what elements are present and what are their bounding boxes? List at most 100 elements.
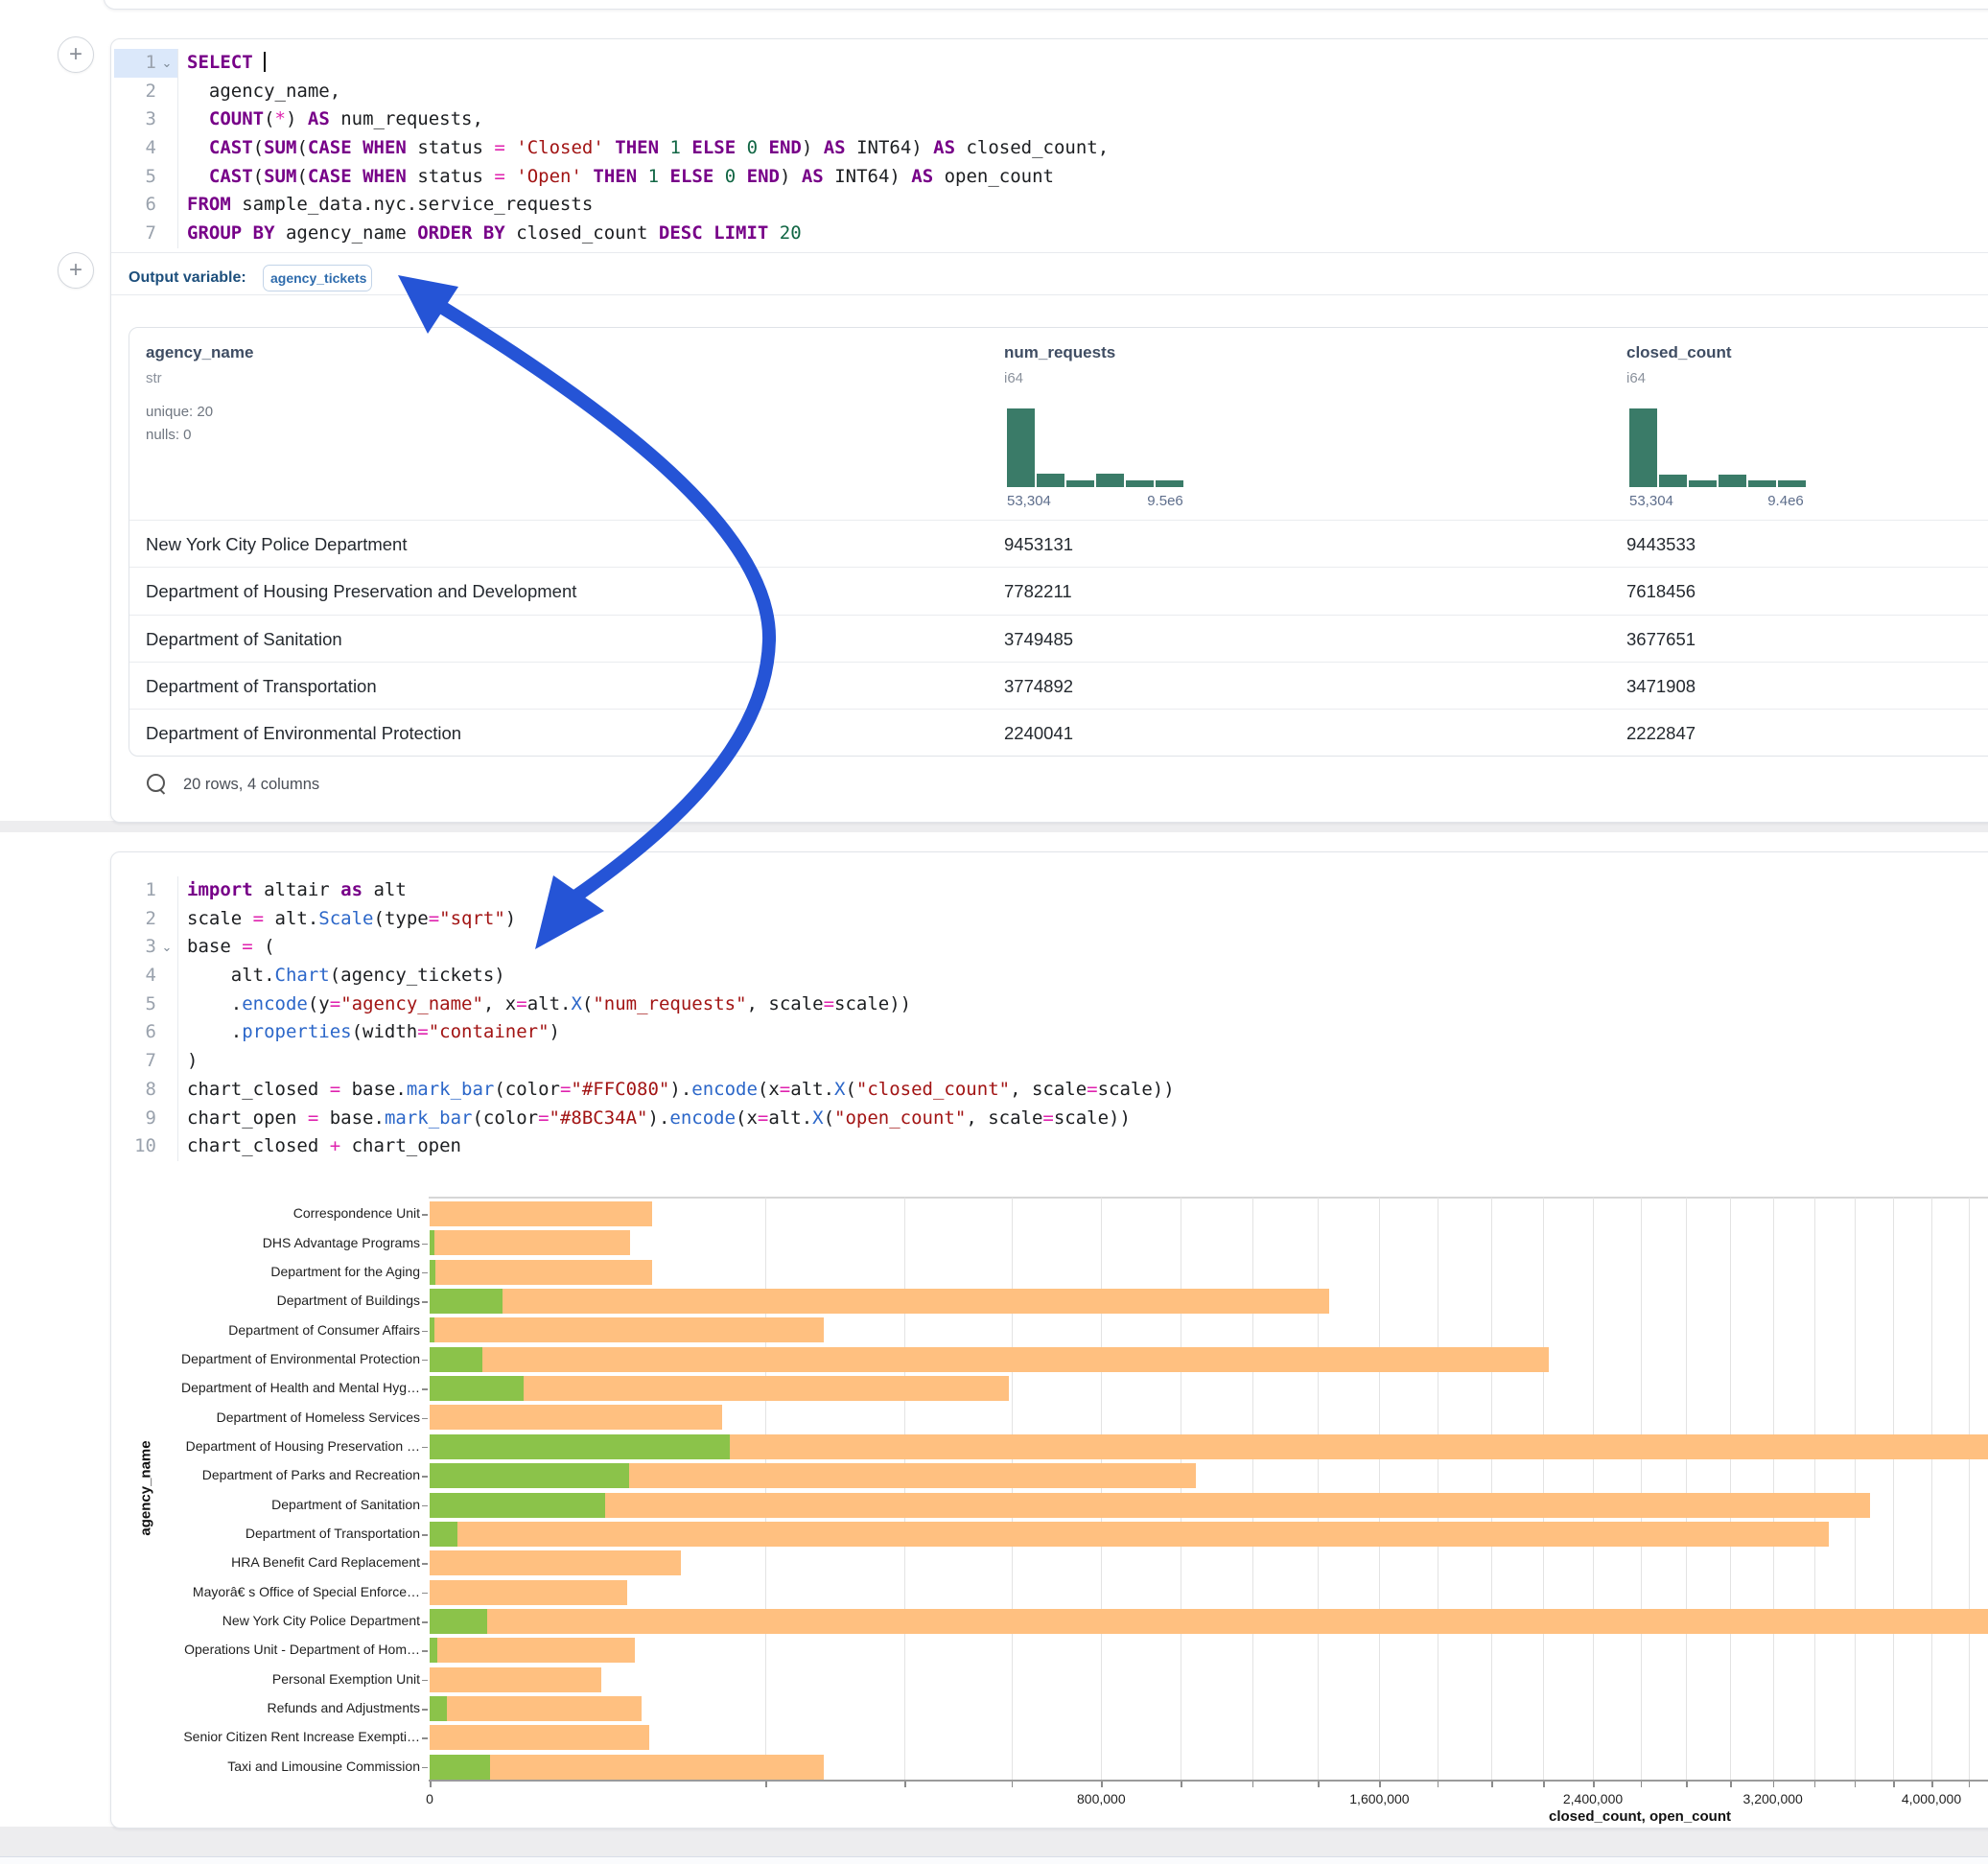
- code-line[interactable]: 7): [114, 1047, 1175, 1076]
- code-line[interactable]: 1 import altair as alt: [114, 876, 1175, 905]
- add-cell-button-output[interactable]: +: [58, 252, 94, 289]
- code-line[interactable]: 3⌄base = (: [114, 933, 1175, 962]
- code-text[interactable]: CAST(SUM(CASE WHEN status = 'Closed' THE…: [177, 134, 1109, 163]
- code-line[interactable]: 7 GROUP BY agency_name ORDER BY closed_co…: [114, 220, 1109, 248]
- python-code-editor[interactable]: 1 import altair as alt2scale = alt.Scale(…: [114, 876, 1175, 1161]
- code-line[interactable]: 2 agency_name,: [114, 78, 1109, 106]
- fold-chevron-icon[interactable]: ⌄: [156, 49, 177, 78]
- x-tick: [1730, 1782, 1732, 1787]
- code-line[interactable]: 2scale = alt.Scale(type="sqrt"): [114, 905, 1175, 934]
- output-variable-pill[interactable]: agency_tickets: [263, 265, 372, 291]
- code-text[interactable]: base = (: [177, 933, 275, 962]
- x-tick: [765, 1782, 767, 1787]
- y-category-label: Senior Citizen Rent Increase Exempti…: [113, 1729, 420, 1744]
- gridline: [1379, 1198, 1380, 1780]
- column-header-closed-count[interactable]: closed_count: [1626, 343, 1732, 362]
- code-text[interactable]: import altair as alt: [177, 876, 407, 905]
- fold-spacer: [156, 1105, 177, 1133]
- code-line[interactable]: 9chart_open = base.mark_bar(color="#8BC3…: [114, 1105, 1175, 1133]
- fold-spacer: [156, 191, 177, 220]
- code-text[interactable]: .encode(y="agency_name", x=alt.X("num_re…: [177, 990, 911, 1019]
- x-axis-title: closed_count, open_count: [1496, 1808, 1784, 1825]
- line-number: 5: [114, 163, 156, 192]
- closed-count-bar: [430, 1230, 630, 1255]
- fold-spacer: [156, 105, 177, 134]
- table-cell: Department of Environmental Protection: [146, 710, 461, 757]
- code-line[interactable]: 8 chart_closed = base.mark_bar(color="#FF…: [114, 1076, 1175, 1105]
- closed-count-bar: [430, 1580, 627, 1605]
- code-text[interactable]: ): [177, 1047, 198, 1076]
- open-count-bar: [430, 1347, 482, 1372]
- gridline: [1252, 1198, 1253, 1780]
- x-tick: [1773, 1782, 1775, 1787]
- code-text[interactable]: FROM sample_data.nyc.service_requests: [177, 191, 593, 220]
- code-line[interactable]: 6 .properties(width="container"): [114, 1018, 1175, 1047]
- code-text[interactable]: chart_open = base.mark_bar(color="#8BC34…: [177, 1105, 1131, 1133]
- fold-spacer: [156, 1132, 177, 1161]
- y-category-label: Department of Homeless Services: [113, 1410, 420, 1425]
- column-header-num-requests[interactable]: num_requests: [1004, 343, 1115, 362]
- closed-count-bar: [430, 1405, 722, 1430]
- code-text[interactable]: alt.Chart(agency_tickets): [177, 962, 505, 990]
- closed-count-bar: [430, 1260, 652, 1285]
- table-cell: 9453131: [1004, 521, 1073, 568]
- code-line[interactable]: 1⌄SELECT: [114, 49, 1109, 78]
- gridline: [1012, 1198, 1013, 1780]
- code-line[interactable]: 4 CAST(SUM(CASE WHEN status = 'Closed' T…: [114, 134, 1109, 163]
- gridline: [1855, 1198, 1856, 1780]
- y-tick: [422, 1505, 428, 1507]
- code-text[interactable]: GROUP BY agency_name ORDER BY closed_cou…: [177, 220, 802, 248]
- table-cell: 2222847: [1626, 710, 1696, 757]
- table-cell: 7782211: [1004, 568, 1072, 615]
- line-number: 1: [114, 876, 156, 905]
- column-type: i64: [1004, 370, 1023, 386]
- table-cell: 7618456: [1626, 568, 1696, 615]
- code-line[interactable]: 3 COUNT(*) AS num_requests,: [114, 105, 1109, 134]
- code-line[interactable]: 5 CAST(SUM(CASE WHEN status = 'Open' THE…: [114, 163, 1109, 192]
- open-count-bar: [430, 1260, 435, 1285]
- code-text[interactable]: .properties(width="container"): [177, 1018, 560, 1047]
- code-line[interactable]: 6FROM sample_data.nyc.service_requests: [114, 191, 1109, 220]
- add-cell-button-top[interactable]: +: [58, 36, 94, 73]
- y-category-label: Refunds and Adjustments: [113, 1700, 420, 1715]
- table-cell: 2240041: [1004, 710, 1073, 757]
- code-line[interactable]: 10chart_closed + chart_open: [114, 1132, 1175, 1161]
- open-count-bar: [430, 1376, 524, 1401]
- x-tick: [1318, 1782, 1320, 1787]
- open-count-bar: [430, 1755, 490, 1780]
- code-text[interactable]: chart_closed = base.mark_bar(color="#FFC…: [177, 1076, 1175, 1105]
- column-type: str: [146, 370, 162, 386]
- code-text[interactable]: scale = alt.Scale(type="sqrt"): [177, 905, 516, 934]
- histogram-max-label: 9.5e6: [1127, 493, 1204, 509]
- line-number: 7: [114, 220, 156, 248]
- fold-chevron-icon[interactable]: ⌄: [156, 933, 177, 962]
- sql-code-editor[interactable]: 1⌄SELECT 2 agency_name,3 COUNT(*) AS num…: [114, 49, 1109, 248]
- code-line[interactable]: 4 alt.Chart(agency_tickets): [114, 962, 1175, 990]
- output-variable-label: Output variable:: [129, 269, 246, 287]
- table-row: Department of Transportation377489234719…: [129, 662, 1988, 710]
- line-number: 2: [114, 78, 156, 106]
- y-tick: [422, 1272, 428, 1274]
- x-tick: [430, 1782, 432, 1787]
- y-tick: [422, 1388, 428, 1390]
- code-text[interactable]: chart_closed + chart_open: [177, 1132, 461, 1161]
- text-cursor: [264, 52, 266, 72]
- code-text[interactable]: COUNT(*) AS num_requests,: [177, 105, 483, 134]
- y-tick: [422, 1737, 428, 1739]
- closed-count-bar: [430, 1317, 824, 1342]
- line-number: 8: [114, 1076, 156, 1105]
- gridline: [1969, 1198, 1970, 1780]
- y-category-label: Correspondence Unit: [113, 1205, 420, 1221]
- search-icon[interactable]: [147, 774, 165, 792]
- y-tick: [422, 1476, 428, 1478]
- plot-top-border: [429, 1197, 1988, 1199]
- code-text[interactable]: agency_name,: [177, 78, 340, 106]
- notebook-page: + + 1⌄SELECT 2 agency_name,3 COUNT(*) AS…: [0, 0, 1988, 1864]
- y-category-label: Personal Exemption Unit: [113, 1671, 420, 1687]
- histogram-bar: [1778, 480, 1806, 487]
- code-text[interactable]: SELECT: [177, 49, 266, 78]
- code-line[interactable]: 5 .encode(y="agency_name", x=alt.X("num_…: [114, 990, 1175, 1019]
- open-count-bar: [430, 1289, 503, 1314]
- code-text[interactable]: CAST(SUM(CASE WHEN status = 'Open' THEN …: [177, 163, 1054, 192]
- column-header-agency-name[interactable]: agency_name: [146, 343, 253, 362]
